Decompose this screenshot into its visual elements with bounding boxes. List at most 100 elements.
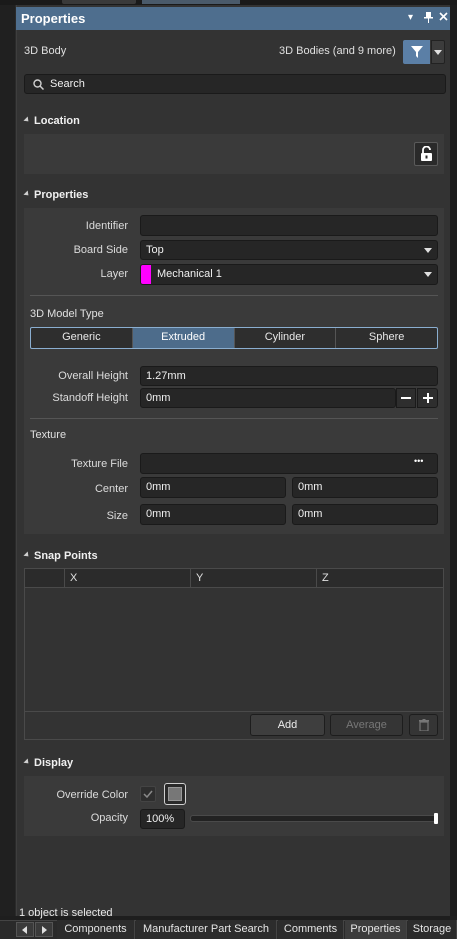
standoff-height-label: Standoff Height xyxy=(52,392,128,404)
column-header-x[interactable]: X xyxy=(65,569,191,587)
tab-components[interactable]: Components xyxy=(57,920,135,939)
column-header-index xyxy=(25,569,65,587)
divider xyxy=(25,711,443,712)
tab-comments[interactable]: Comments xyxy=(278,920,344,939)
tab-storage[interactable]: Storage xyxy=(408,920,457,939)
right-gutter xyxy=(450,5,457,916)
collapse-caret-icon xyxy=(23,758,31,766)
texture-label: Texture xyxy=(30,429,67,441)
minus-icon xyxy=(401,397,411,399)
filter-icon xyxy=(411,46,423,58)
top-tab-active[interactable] xyxy=(142,0,240,4)
model-type-extruded[interactable]: Extruded xyxy=(132,328,235,348)
panel-title-bar: Properties ▾ xyxy=(16,7,450,30)
layer-color-swatch xyxy=(141,265,151,284)
tabs-scroll-left-button[interactable] xyxy=(16,922,34,937)
size-y-input[interactable]: 0mm xyxy=(292,504,438,525)
center-x-input[interactable]: 0mm xyxy=(140,477,286,498)
add-button[interactable]: Add xyxy=(250,714,325,736)
opacity-slider-track[interactable] xyxy=(190,813,438,824)
tabs-scroll-right-button[interactable] xyxy=(35,922,53,937)
panel-title: Properties xyxy=(21,11,86,26)
checkmark-icon xyxy=(143,790,153,798)
filter-dropdown-button[interactable] xyxy=(431,40,445,64)
snap-points-section-header[interactable]: Snap Points xyxy=(23,550,98,562)
average-button[interactable]: Average xyxy=(330,714,403,736)
search-placeholder: Search xyxy=(50,78,85,90)
trash-icon xyxy=(419,719,429,731)
close-icon[interactable] xyxy=(439,12,448,24)
decrement-button[interactable] xyxy=(396,388,416,408)
unlock-icon xyxy=(421,146,432,161)
board-side-label: Board Side xyxy=(73,244,128,256)
overall-height-input[interactable]: 1.27mm xyxy=(140,366,438,386)
location-header-text: Location xyxy=(34,115,80,127)
lock-button[interactable] xyxy=(414,142,438,166)
filter-button[interactable] xyxy=(403,40,430,64)
size-label: Size xyxy=(106,510,128,522)
properties-header-text: Properties xyxy=(34,189,89,201)
board-side-value: Top xyxy=(146,244,164,256)
location-section-header[interactable]: Location xyxy=(23,115,80,127)
column-header-z[interactable]: Z xyxy=(317,569,443,587)
search-input[interactable]: Search xyxy=(24,74,446,94)
size-x-input[interactable]: 0mm xyxy=(140,504,286,525)
center-y-input[interactable]: 0mm xyxy=(292,477,438,498)
column-header-y[interactable]: Y xyxy=(191,569,317,587)
snap-points-header-text: Snap Points xyxy=(34,550,98,562)
filter-summary: 3D Bodies (and 9 more) xyxy=(279,45,396,57)
collapse-caret-icon xyxy=(23,551,31,559)
model-type-cylinder[interactable]: Cylinder xyxy=(235,328,337,348)
chevron-left-icon xyxy=(22,926,27,934)
object-type-label: 3D Body xyxy=(24,45,67,57)
override-color-swatch-button[interactable] xyxy=(164,783,186,805)
center-label: Center xyxy=(94,483,128,495)
chevron-down-icon xyxy=(434,50,442,55)
display-header-text: Display xyxy=(34,757,74,769)
top-tab[interactable] xyxy=(62,0,136,4)
model-type-label: 3D Model Type xyxy=(30,308,104,320)
left-gutter xyxy=(0,5,16,916)
chevron-down-icon xyxy=(424,248,432,253)
collapse-caret-icon xyxy=(23,116,31,124)
layer-value: Mechanical 1 xyxy=(157,268,222,280)
chevron-down-icon xyxy=(424,272,432,277)
divider xyxy=(30,418,438,419)
location-group xyxy=(24,134,444,174)
opacity-slider-handle[interactable] xyxy=(434,813,438,824)
texture-file-input[interactable] xyxy=(140,453,438,474)
table-header: X Y Z xyxy=(25,569,443,588)
opacity-input[interactable]: 100% xyxy=(140,809,185,829)
display-group xyxy=(24,776,444,836)
tab-manufacturer-part-search[interactable]: Manufacturer Part Search xyxy=(136,920,277,939)
browse-more-icon[interactable]: ••• xyxy=(414,456,423,466)
opacity-label: Opacity xyxy=(90,812,128,824)
pin-icon[interactable] xyxy=(424,12,433,26)
override-color-label: Override Color xyxy=(56,789,128,801)
model-type-generic[interactable]: Generic xyxy=(31,328,133,348)
properties-section-header[interactable]: Properties xyxy=(23,189,89,201)
collapse-caret-icon xyxy=(23,190,31,198)
delete-button[interactable] xyxy=(409,714,438,736)
display-section-header[interactable]: Display xyxy=(23,757,74,769)
search-icon xyxy=(33,79,44,90)
tab-properties[interactable]: Properties xyxy=(345,920,407,939)
divider xyxy=(30,295,438,296)
chevron-right-icon xyxy=(42,926,47,934)
standoff-height-input[interactable]: 0mm xyxy=(140,388,396,408)
board-side-select[interactable]: Top xyxy=(140,240,438,260)
overall-height-label: Overall Height xyxy=(58,370,128,382)
layer-select[interactable]: Mechanical 1 xyxy=(140,264,438,285)
override-color-checkbox[interactable] xyxy=(140,786,156,802)
selection-status: 1 object is selected xyxy=(19,907,113,919)
identifier-label: Identifier xyxy=(85,220,128,232)
identifier-input[interactable] xyxy=(140,215,438,236)
texture-file-label: Texture File xyxy=(71,458,128,470)
model-type-segmented: Generic Extruded Cylinder Sphere xyxy=(30,327,438,349)
color-swatch xyxy=(168,787,182,801)
plus-icon xyxy=(423,393,433,403)
increment-button[interactable] xyxy=(417,388,438,408)
panel-menu-icon[interactable]: ▾ xyxy=(408,12,413,23)
model-type-sphere[interactable]: Sphere xyxy=(336,328,437,348)
layer-label: Layer xyxy=(100,268,128,280)
